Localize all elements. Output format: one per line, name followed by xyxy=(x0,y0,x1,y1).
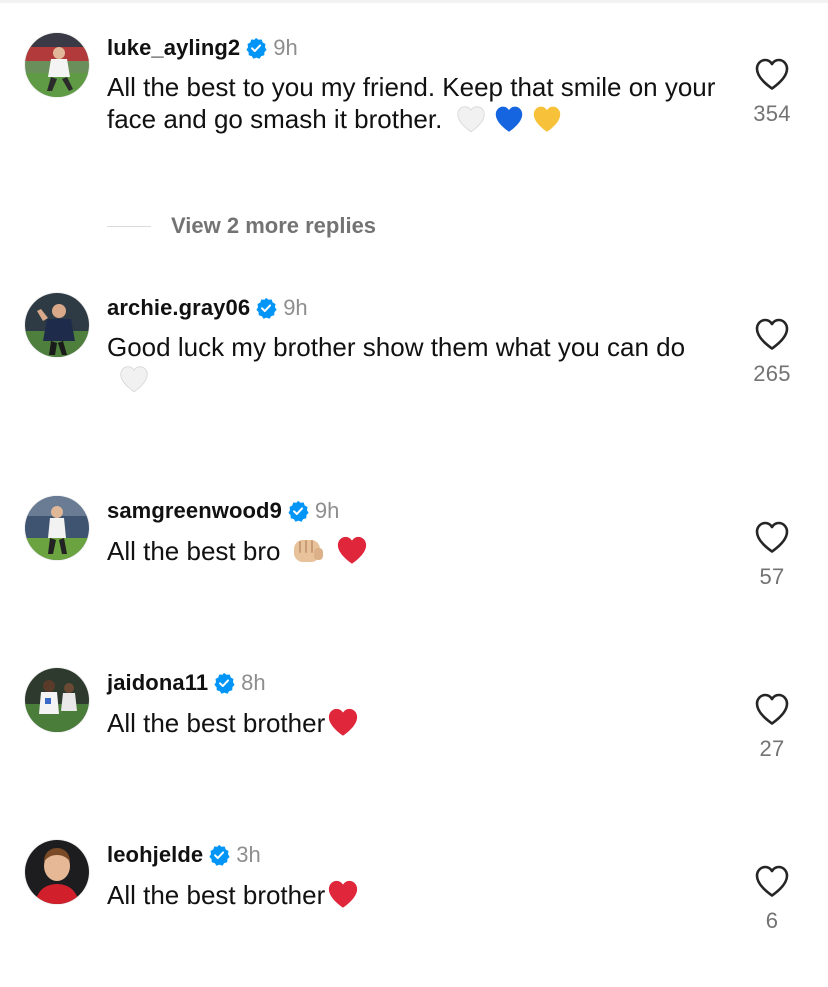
verified-badge-icon xyxy=(287,500,309,522)
timestamp: 3h xyxy=(236,842,261,867)
verified-badge-icon xyxy=(208,844,230,866)
comment-header: archie.gray06 9h xyxy=(107,293,308,323)
comment-text: All the best to you my friend. Keep that… xyxy=(107,71,727,135)
like-count: 265 xyxy=(753,361,791,386)
white-heart-icon xyxy=(117,364,151,394)
red-heart-icon xyxy=(334,534,370,566)
avatar-photo-icon xyxy=(25,668,89,732)
comment-header: luke_ayling2 9h xyxy=(107,33,298,63)
avatar[interactable] xyxy=(25,33,89,97)
username[interactable]: luke_ayling2 xyxy=(107,35,240,61)
fist-bump-icon xyxy=(290,534,326,566)
avatar[interactable] xyxy=(25,840,89,904)
timestamp: 9h xyxy=(283,295,308,320)
avatar[interactable] xyxy=(25,293,89,357)
timestamp: 9h xyxy=(273,35,298,60)
like-heart-icon[interactable] xyxy=(754,520,790,554)
blue-heart-icon xyxy=(492,104,526,134)
verified-badge-icon xyxy=(213,672,235,694)
like-count: 57 xyxy=(759,564,785,589)
like-area: 6 xyxy=(744,864,800,934)
verified-badge-icon xyxy=(255,297,277,319)
like-count: 6 xyxy=(765,908,779,933)
avatar[interactable] xyxy=(25,496,89,560)
comment-body: Good luck my brother show them what you … xyxy=(107,332,686,362)
comment-text: All the best bro xyxy=(107,534,727,567)
like-heart-icon[interactable] xyxy=(754,317,790,351)
white-heart-icon xyxy=(454,104,488,134)
avatar-photo-icon xyxy=(25,293,89,357)
like-area: 57 xyxy=(744,520,800,590)
like-heart-icon[interactable] xyxy=(754,692,790,726)
avatar-photo-icon xyxy=(25,840,89,904)
view-more-replies-label: View 2 more replies xyxy=(171,213,377,238)
timestamp: 8h xyxy=(241,670,266,695)
comment-header: jaidona11 8h xyxy=(107,668,266,698)
avatar[interactable] xyxy=(25,668,89,732)
like-area: 354 xyxy=(744,57,800,127)
username[interactable]: samgreenwood9 xyxy=(107,498,282,524)
like-count: 27 xyxy=(759,736,785,761)
comment-body: All the best to you my friend. Keep that… xyxy=(107,72,716,134)
like-heart-icon[interactable] xyxy=(754,57,790,91)
red-heart-icon xyxy=(325,878,361,910)
comment-body: All the best bro xyxy=(107,536,281,566)
username[interactable]: archie.gray06 xyxy=(107,295,250,321)
comment-text: All the best brother xyxy=(107,878,727,911)
comment-text: Good luck my brother show them what you … xyxy=(107,331,727,395)
like-heart-icon[interactable] xyxy=(754,864,790,898)
like-area: 27 xyxy=(744,692,800,762)
username[interactable]: jaidona11 xyxy=(107,670,208,696)
comment-header: samgreenwood9 9h xyxy=(107,496,339,526)
replies-divider xyxy=(107,225,151,227)
like-area: 265 xyxy=(744,317,800,387)
comment-body: All the best brother xyxy=(107,880,326,910)
comment-header: leohjelde 3h xyxy=(107,840,261,870)
username[interactable]: leohjelde xyxy=(107,842,203,868)
verified-badge-icon xyxy=(245,37,267,59)
avatar-photo-icon xyxy=(25,496,89,560)
timestamp: 9h xyxy=(314,498,340,523)
comment-body: All the best brother xyxy=(107,708,326,738)
like-count: 354 xyxy=(753,101,791,126)
top-divider xyxy=(0,0,828,3)
red-heart-icon xyxy=(325,706,361,738)
avatar-photo-icon xyxy=(25,33,89,97)
view-more-replies-button[interactable]: View 2 more replies xyxy=(107,210,376,242)
comment-text: All the best brother xyxy=(107,706,727,739)
yellow-heart-icon xyxy=(530,104,564,134)
